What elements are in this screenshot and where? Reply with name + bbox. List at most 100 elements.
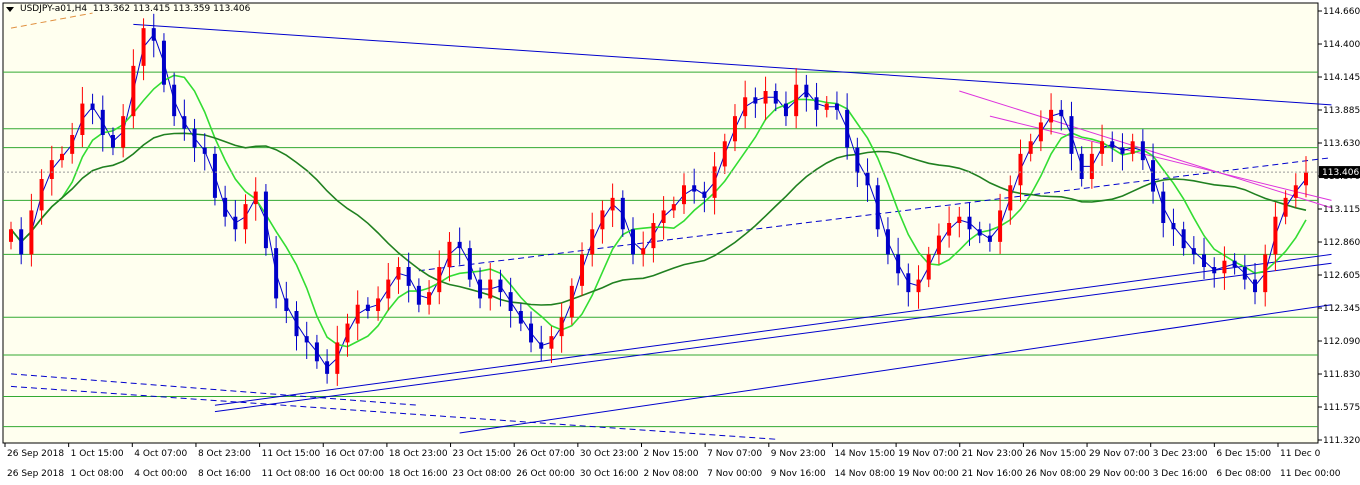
candle-body[interactable] <box>896 254 901 274</box>
candle-body[interactable] <box>743 97 748 117</box>
candle-body[interactable] <box>478 279 483 299</box>
candle-body[interactable] <box>875 185 880 230</box>
candle-body[interactable] <box>1089 153 1094 179</box>
candle-body[interactable] <box>508 292 513 311</box>
candle-body[interactable] <box>631 229 636 255</box>
candle-body[interactable] <box>212 153 217 198</box>
candle-body[interactable] <box>1028 141 1033 154</box>
candle-body[interactable] <box>967 216 972 230</box>
candle-body[interactable] <box>732 116 737 142</box>
candle-body[interactable] <box>1079 153 1084 179</box>
candle-body[interactable] <box>182 116 187 129</box>
candle-body[interactable] <box>651 223 656 249</box>
candle-body[interactable] <box>141 28 146 66</box>
candle-body[interactable] <box>29 210 34 255</box>
candle-body[interactable] <box>906 273 911 293</box>
candle-body[interactable] <box>100 109 105 135</box>
candle-body[interactable] <box>681 185 686 205</box>
candle-body[interactable] <box>824 103 829 110</box>
candle-body[interactable] <box>1181 229 1186 249</box>
candle-body[interactable] <box>926 254 931 280</box>
candle-body[interactable] <box>284 298 289 311</box>
candle-body[interactable] <box>936 235 941 255</box>
candle-body[interactable] <box>580 254 585 286</box>
candle-body[interactable] <box>253 191 258 205</box>
candle-body[interactable] <box>814 97 819 110</box>
candle-body[interactable] <box>406 267 411 286</box>
candle-body[interactable] <box>1161 191 1166 223</box>
candle-body[interactable] <box>753 97 758 104</box>
candle-body[interactable] <box>957 216 962 223</box>
candle-body[interactable] <box>59 153 64 161</box>
candle-body[interactable] <box>1059 109 1064 117</box>
candle-body[interactable] <box>121 116 126 148</box>
candle-body[interactable] <box>110 135 115 148</box>
candle-body[interactable] <box>977 229 982 236</box>
candle-body[interactable] <box>1100 141 1105 154</box>
candle-body[interactable] <box>559 317 564 337</box>
candle-body[interactable] <box>834 103 839 110</box>
candle-body[interactable] <box>49 160 54 179</box>
candle-body[interactable] <box>416 285 421 305</box>
candle-body[interactable] <box>1242 267 1247 280</box>
candle-body[interactable] <box>80 103 85 135</box>
candle-body[interactable] <box>488 279 493 299</box>
candle-body[interactable] <box>702 191 707 198</box>
price-chart[interactable]: 114.660 114.400 114.145 113.885 113.630 113.3… <box>0 0 1360 485</box>
candle-body[interactable] <box>518 311 523 324</box>
candle-body[interactable] <box>325 361 330 374</box>
candle-body[interactable] <box>885 229 890 255</box>
candle-body[interactable] <box>569 285 574 318</box>
candle-body[interactable] <box>131 65 136 117</box>
candle-body[interactable] <box>243 204 248 230</box>
candle-body[interactable] <box>457 241 462 249</box>
candle-body[interactable] <box>498 279 503 293</box>
candle-body[interactable] <box>1222 260 1227 274</box>
candle-body[interactable] <box>39 179 44 211</box>
candle-body[interactable] <box>386 279 391 299</box>
candle-body[interactable] <box>804 84 809 98</box>
candle-body[interactable] <box>1283 197 1288 217</box>
candle-body[interactable] <box>294 311 299 337</box>
candle-body[interactable] <box>1202 254 1207 267</box>
candle-body[interactable] <box>223 197 228 217</box>
candle-body[interactable] <box>172 84 177 117</box>
candle-body[interactable] <box>1008 185 1013 211</box>
candle-body[interactable] <box>233 216 238 230</box>
candle-body[interactable] <box>1253 279 1258 293</box>
candle-body[interactable] <box>70 135 75 154</box>
candle-body[interactable] <box>263 191 268 249</box>
candle-body[interactable] <box>335 342 340 374</box>
candle-body[interactable] <box>661 210 666 223</box>
candle-body[interactable] <box>539 342 544 349</box>
candle-body[interactable] <box>641 248 646 255</box>
candle-body[interactable] <box>1293 185 1298 198</box>
candle-body[interactable] <box>355 304 360 324</box>
candle-body[interactable] <box>1110 141 1115 148</box>
chart-window[interactable]: 114.660 114.400 114.145 113.885 113.630 113.3… <box>0 0 1360 485</box>
candle-body[interactable] <box>783 103 788 117</box>
candle-body[interactable] <box>161 40 166 85</box>
candle-body[interactable] <box>998 210 1003 242</box>
candle-body[interactable] <box>610 197 615 211</box>
candle-body[interactable] <box>916 279 921 293</box>
candle-body[interactable] <box>722 141 727 167</box>
candle-body[interactable] <box>671 204 676 211</box>
candle-body[interactable] <box>90 103 95 110</box>
candle-body[interactable] <box>345 323 350 343</box>
candle-body[interactable] <box>1273 216 1278 255</box>
candle-body[interactable] <box>202 147 207 154</box>
candle-body[interactable] <box>590 229 595 255</box>
candle-body[interactable] <box>1130 141 1135 154</box>
candle-body[interactable] <box>1171 223 1176 230</box>
candle-body[interactable] <box>376 298 381 311</box>
candle-body[interactable] <box>1232 260 1237 267</box>
candle-body[interactable] <box>437 267 442 293</box>
candle-body[interactable] <box>151 28 156 41</box>
candle-body[interactable] <box>1018 153 1023 186</box>
candle-body[interactable] <box>1304 172 1308 186</box>
candle-body[interactable] <box>304 336 309 343</box>
candle-body[interactable] <box>692 185 697 192</box>
candle-body[interactable] <box>712 166 717 198</box>
candle-body[interactable] <box>1151 160 1156 192</box>
